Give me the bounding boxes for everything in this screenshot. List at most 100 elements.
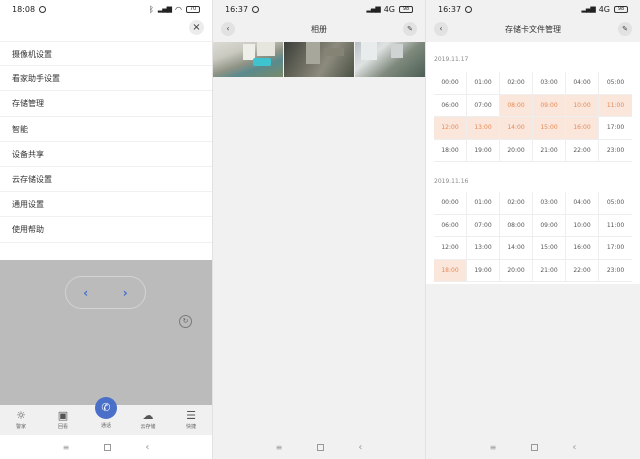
- hour-cell[interactable]: 07:00: [467, 214, 500, 237]
- back-button[interactable]: ‹: [221, 22, 235, 36]
- hour-cell[interactable]: 04:00: [566, 192, 599, 215]
- hour-grid: 00:00 01:00 02:00 03:00 04:00 05:00 06:00 07:00…: [434, 192, 632, 282]
- cloud-icon: ☁: [142, 409, 154, 422]
- hour-cell[interactable]: 01:00: [467, 192, 500, 215]
- nav-home-icon[interactable]: [531, 443, 539, 451]
- hour-cell-recorded[interactable]: 15:00: [533, 117, 566, 140]
- menu-item-smart[interactable]: 智能: [0, 117, 212, 142]
- menu-item-home-assistant[interactable]: 看家助手设置: [0, 66, 212, 92]
- hour-cell[interactable]: 00:00: [434, 192, 467, 215]
- hour-cell[interactable]: 21:00: [533, 259, 566, 282]
- status-time: 18:08: [12, 4, 36, 14]
- hour-cell[interactable]: 11:00: [599, 215, 632, 237]
- call-button[interactable]: ✆: [95, 397, 117, 419]
- tab-shortcuts[interactable]: ☰ 快捷: [176, 405, 206, 435]
- hour-cell[interactable]: 19:00: [467, 259, 500, 282]
- photo-thumbnail[interactable]: [355, 42, 425, 77]
- status-time: 16:37: [438, 4, 462, 14]
- hour-cell[interactable]: 03:00: [533, 192, 566, 215]
- hour-cell-recorded[interactable]: 08:00: [500, 94, 533, 117]
- hour-cell[interactable]: 00:00: [434, 72, 467, 95]
- chevron-left-icon: ‹: [226, 24, 230, 33]
- nav-back-icon[interactable]: ‹: [145, 442, 149, 453]
- chevron-left-icon[interactable]: ‹: [78, 286, 94, 300]
- day-date: 2019.11.17: [434, 56, 469, 63]
- nav-menu-icon[interactable]: ≡: [63, 443, 71, 452]
- pencil-icon: ✎: [622, 25, 628, 33]
- menu-item-device-sharing[interactable]: 设备共享: [0, 142, 212, 167]
- hour-cell[interactable]: 07:00: [467, 94, 500, 117]
- photo-thumbnail[interactable]: [284, 42, 354, 77]
- photo-thumbnail[interactable]: [213, 42, 283, 77]
- hour-cell[interactable]: 20:00: [500, 139, 533, 162]
- hour-cell[interactable]: 23:00: [599, 260, 632, 282]
- hour-cell-recorded[interactable]: 10:00: [566, 94, 599, 117]
- chevron-right-icon[interactable]: ›: [117, 286, 133, 300]
- rotate-icon[interactable]: ↻: [179, 315, 192, 328]
- menu-item-general[interactable]: 通用设置: [0, 192, 212, 218]
- system-nav-bar: ≡ ‹: [213, 435, 425, 459]
- back-button[interactable]: ‹: [434, 22, 448, 36]
- status-bar: 18:08 ᛒ ▂▄▆ ◠ 70: [0, 0, 212, 18]
- hour-cell-recorded[interactable]: 14:00: [500, 117, 533, 140]
- tab-label: 快捷: [185, 424, 196, 430]
- hour-cell[interactable]: 15:00: [533, 237, 566, 260]
- hour-cell[interactable]: 02:00: [500, 72, 533, 95]
- hour-cell[interactable]: 01:00: [467, 72, 500, 95]
- hour-cell-recorded[interactable]: 16:00: [566, 117, 599, 140]
- hour-cell[interactable]: 22:00: [566, 259, 599, 282]
- menu-item-storage[interactable]: 存储管理: [0, 91, 212, 117]
- hour-cell-recorded[interactable]: 09:00: [533, 94, 566, 117]
- hour-cell[interactable]: 21:00: [533, 139, 566, 162]
- hour-cell-recorded[interactable]: 12:00: [434, 117, 467, 140]
- hour-cell[interactable]: 10:00: [566, 214, 599, 237]
- signal-icon: ▂▄▆: [157, 5, 172, 13]
- hour-cell[interactable]: 12:00: [434, 237, 467, 260]
- status-time: 16:37: [225, 4, 249, 14]
- hour-cell[interactable]: 06:00: [434, 94, 467, 117]
- sd-card-file-manager-screen: 16:37 ▂▄▆ 4G 98 ‹ 存储卡文件管理 ✎ 2019.11.17 0…: [425, 0, 640, 459]
- nav-menu-icon[interactable]: ≡: [276, 443, 284, 452]
- hour-cell-recorded[interactable]: 11:00: [599, 94, 632, 117]
- tab-playback[interactable]: ▣ 回看: [48, 405, 78, 435]
- alarm-clock-icon: [39, 5, 47, 13]
- hour-cell[interactable]: 03:00: [533, 72, 566, 95]
- hour-cell[interactable]: 17:00: [599, 237, 632, 260]
- nav-home-icon[interactable]: [317, 443, 325, 451]
- hour-cell[interactable]: 19:00: [467, 139, 500, 162]
- tab-cloud[interactable]: ☁ 云存储: [133, 405, 163, 435]
- menu-item-camera-settings[interactable]: 摄像机设置: [0, 41, 212, 67]
- menu-item-help[interactable]: 使用帮助: [0, 217, 212, 243]
- hour-cell-recorded[interactable]: 13:00: [467, 117, 500, 140]
- hour-cell[interactable]: 14:00: [500, 237, 533, 260]
- hour-cell[interactable]: 09:00: [533, 214, 566, 237]
- nav-menu-icon[interactable]: ≡: [490, 443, 498, 452]
- edit-button[interactable]: ✎: [403, 22, 417, 36]
- tab-alarm[interactable]: ☼ 警家: [6, 405, 36, 435]
- hour-cell[interactable]: 05:00: [599, 192, 632, 215]
- hour-cell[interactable]: 20:00: [500, 259, 533, 282]
- file-manager-header: ‹ 存储卡文件管理 ✎: [426, 18, 640, 40]
- edit-button[interactable]: ✎: [618, 22, 632, 36]
- hour-cell[interactable]: 17:00: [599, 117, 632, 140]
- hour-cell-recorded[interactable]: 18:00: [434, 259, 467, 282]
- hour-cell[interactable]: 18:00: [434, 139, 467, 162]
- hour-cell[interactable]: 04:00: [566, 72, 599, 95]
- hour-cell[interactable]: 02:00: [500, 192, 533, 215]
- nav-back-icon[interactable]: ‹: [572, 442, 576, 453]
- signal-icon: ▂▄▆: [581, 5, 596, 13]
- hour-cell[interactable]: 06:00: [434, 214, 467, 237]
- battery-icon: 70: [186, 5, 200, 13]
- nav-home-icon[interactable]: [104, 443, 112, 451]
- hour-cell[interactable]: 05:00: [599, 72, 632, 95]
- battery-icon: 98: [399, 5, 413, 13]
- nav-back-icon[interactable]: ‹: [358, 442, 362, 453]
- hour-cell[interactable]: 08:00: [500, 214, 533, 237]
- hour-cell[interactable]: 22:00: [566, 139, 599, 162]
- hour-cell[interactable]: 23:00: [599, 140, 632, 162]
- close-button[interactable]: ×: [189, 20, 204, 35]
- call-label: 通话: [100, 423, 111, 429]
- hour-cell[interactable]: 13:00: [467, 237, 500, 260]
- menu-item-cloud-storage[interactable]: 云存储设置: [0, 167, 212, 193]
- hour-cell[interactable]: 16:00: [566, 237, 599, 260]
